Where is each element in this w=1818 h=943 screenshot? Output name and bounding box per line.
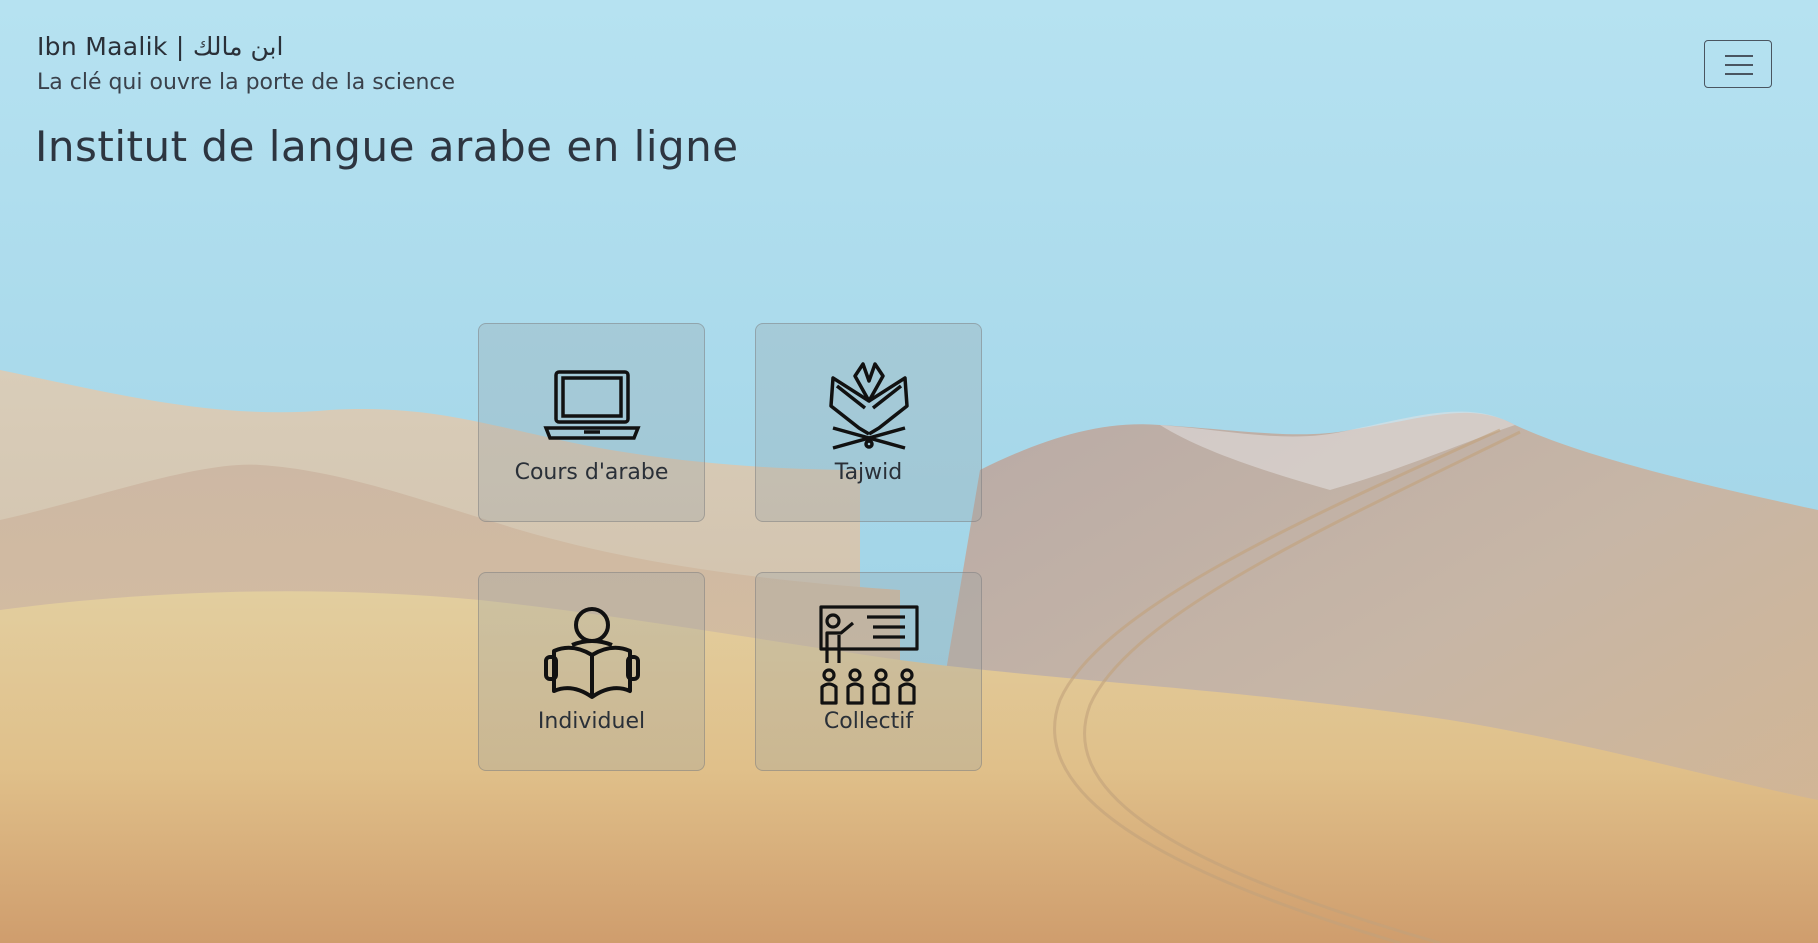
- page-title: Institut de langue arabe en ligne: [35, 122, 739, 171]
- menu-toggle-button[interactable]: [1704, 40, 1772, 88]
- site-brand[interactable]: Ibn Maalik | ابن مالك: [37, 30, 455, 64]
- card-label: Tajwid: [834, 460, 903, 485]
- card-collectif[interactable]: Collectif: [755, 572, 982, 771]
- laptop-icon: [543, 370, 641, 440]
- card-tajwid[interactable]: Tajwid: [755, 323, 982, 522]
- site-tagline: La clé qui ouvre la porte de la science: [37, 70, 456, 95]
- card-label: Individuel: [537, 709, 646, 734]
- card-cours-arabe[interactable]: Cours d'arabe: [478, 323, 705, 522]
- quran-book-icon: [829, 362, 909, 450]
- card-label: Cours d'arabe: [514, 460, 669, 485]
- card-individuel[interactable]: Individuel: [478, 572, 705, 771]
- classroom-icon: [819, 605, 919, 705]
- page: Ibn Maalik | ابن مالك La clé qui ouvre l…: [0, 0, 1818, 943]
- reader-icon: [544, 607, 640, 699]
- card-label: Collectif: [823, 709, 914, 734]
- site-header: Ibn Maalik | ابن مالك La clé qui ouvre l…: [37, 30, 455, 98]
